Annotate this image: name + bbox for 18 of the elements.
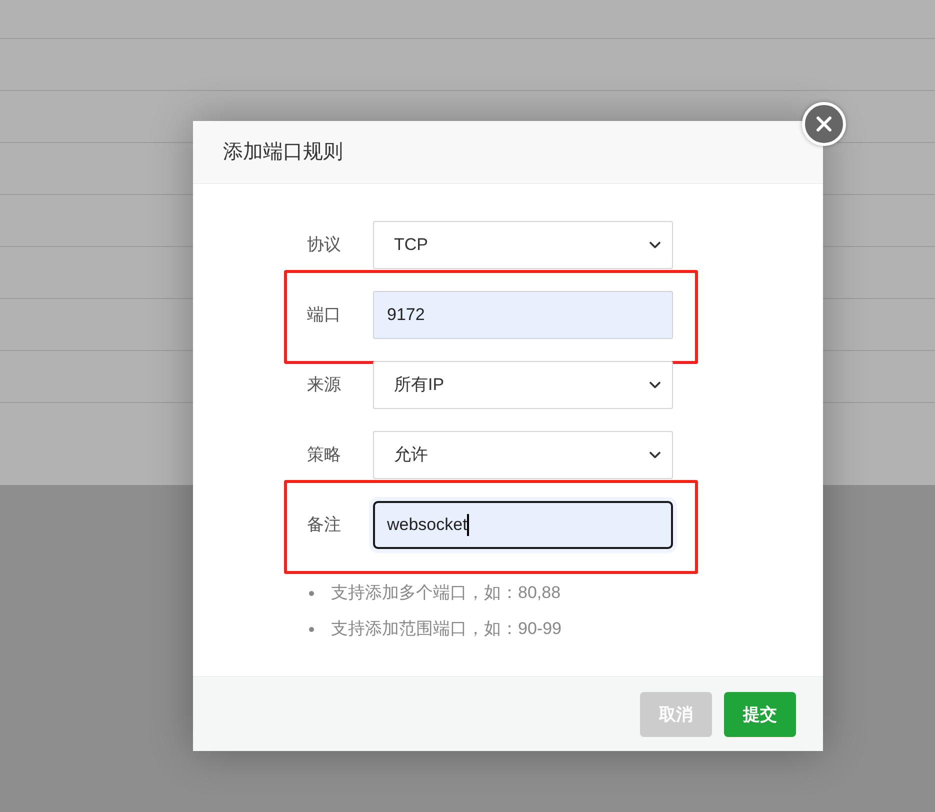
field-label: 来源 xyxy=(307,374,342,396)
tip-text: 支持添加范围端口，如：90-99 xyxy=(331,618,562,640)
dialog-title: 添加端口规则 xyxy=(223,140,343,165)
field-label: 协议 xyxy=(307,234,342,256)
select-field[interactable]: 允许 xyxy=(373,431,673,479)
field-label: 端口 xyxy=(307,304,342,326)
bullet-icon xyxy=(309,590,314,596)
text-cursor-icon xyxy=(467,514,470,536)
tip-text: 支持添加多个端口，如：80,88 xyxy=(331,582,561,604)
select-value: TCP xyxy=(394,234,428,256)
select-value: 允许 xyxy=(394,444,428,466)
select-field[interactable]: 所有IP xyxy=(373,361,673,409)
select-field[interactable]: TCP xyxy=(373,221,673,269)
bullet-icon xyxy=(309,626,314,632)
field-label: 策略 xyxy=(307,444,342,466)
select-value: 所有IP xyxy=(394,374,444,396)
field-label: 备注 xyxy=(307,514,342,536)
input-field[interactable]: 9172 xyxy=(373,291,673,339)
